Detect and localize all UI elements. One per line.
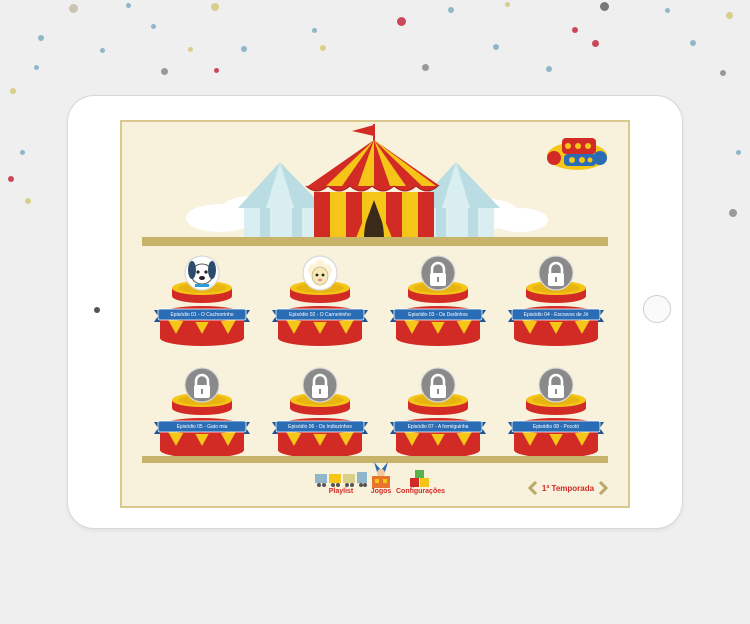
app-screen: Episódio 01 - O Cachorrinho Episódio 02 -… bbox=[120, 120, 630, 508]
screen-border bbox=[120, 120, 630, 508]
confetti-dot bbox=[10, 88, 16, 94]
confetti-dot bbox=[34, 65, 39, 70]
home-button[interactable] bbox=[643, 295, 671, 323]
confetti-dot bbox=[572, 27, 578, 33]
confetti-dot bbox=[20, 150, 25, 155]
camera-icon bbox=[94, 307, 100, 313]
confetti-dot bbox=[665, 8, 670, 13]
confetti-dot bbox=[493, 44, 499, 50]
confetti-dot bbox=[241, 46, 247, 52]
confetti-dot bbox=[214, 68, 219, 73]
confetti-dot bbox=[546, 66, 552, 72]
confetti-dot bbox=[151, 24, 156, 29]
confetti-dot bbox=[312, 28, 317, 33]
confetti-dot bbox=[600, 2, 609, 11]
confetti-dot bbox=[729, 209, 737, 217]
confetti-dot bbox=[188, 47, 193, 52]
confetti-dot bbox=[161, 68, 168, 75]
confetti-dot bbox=[126, 3, 131, 8]
confetti-dot bbox=[8, 176, 14, 182]
confetti-dot bbox=[397, 17, 406, 26]
confetti-dot bbox=[726, 12, 733, 19]
confetti-dot bbox=[422, 64, 429, 71]
confetti-dot bbox=[690, 40, 696, 46]
confetti-dot bbox=[505, 2, 510, 7]
confetti-dot bbox=[38, 35, 44, 41]
confetti-dot bbox=[211, 3, 219, 11]
confetti-dot bbox=[736, 150, 741, 155]
confetti-dot bbox=[100, 48, 105, 53]
confetti-dot bbox=[448, 7, 454, 13]
confetti-dot bbox=[320, 45, 326, 51]
confetti-dot bbox=[592, 40, 599, 47]
confetti-dot bbox=[25, 198, 31, 204]
confetti-dot bbox=[69, 4, 78, 13]
confetti-dot bbox=[720, 70, 726, 76]
